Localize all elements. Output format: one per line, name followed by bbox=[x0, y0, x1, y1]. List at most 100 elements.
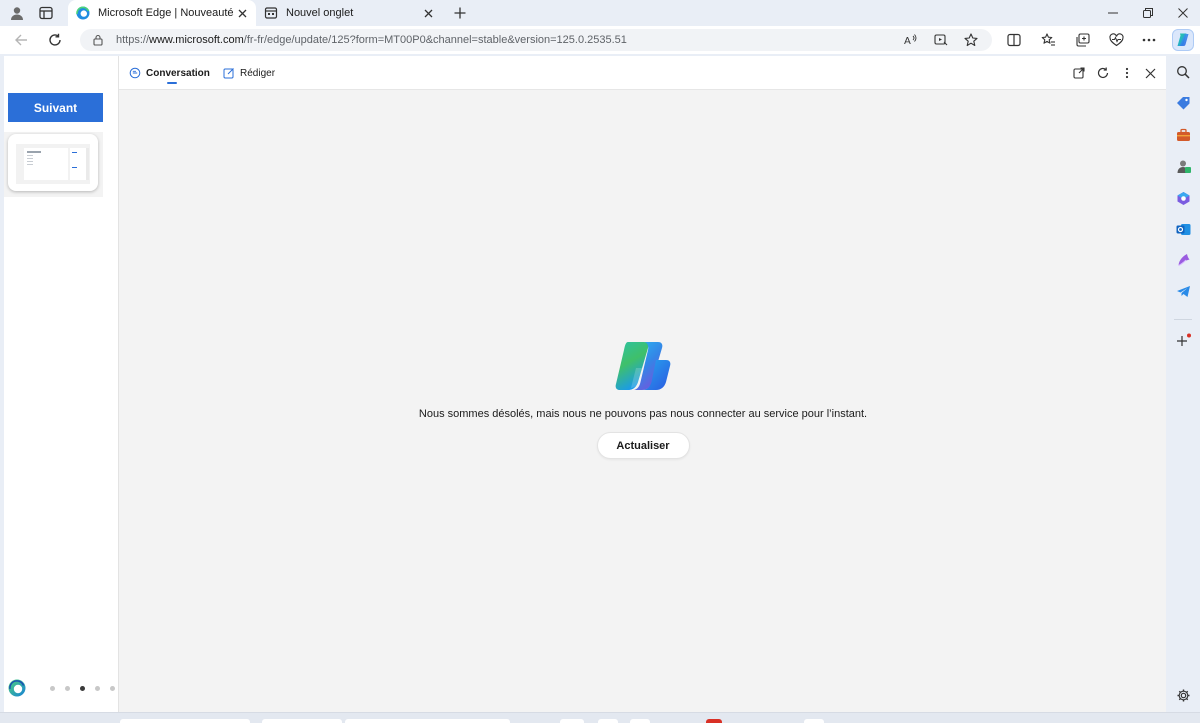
taskbar-item[interactable] bbox=[598, 719, 618, 723]
edge-icon bbox=[76, 6, 90, 20]
collections-button[interactable] bbox=[1073, 31, 1091, 49]
more-vertical-icon bbox=[1125, 67, 1129, 79]
carousel-dot[interactable] bbox=[50, 686, 55, 691]
screenshot-preview-image bbox=[16, 144, 90, 184]
microsoft365-icon[interactable] bbox=[1174, 189, 1192, 207]
carousel-dot-active[interactable] bbox=[80, 686, 85, 691]
favorite-star-icon[interactable] bbox=[964, 29, 978, 51]
url-path: /fr-fr/edge/update/125?form=MT00P0&chann… bbox=[243, 34, 627, 46]
os-taskbar bbox=[0, 712, 1200, 723]
page-content: Suivant bbox=[4, 56, 118, 712]
error-message: Nous sommes désolés, mais nous ne pouvon… bbox=[418, 408, 868, 420]
games-icon[interactable] bbox=[1174, 157, 1192, 175]
refresh-button[interactable] bbox=[46, 31, 64, 49]
taskbar-item[interactable] bbox=[262, 719, 342, 723]
address-bar[interactable]: https://www.microsoft.com/fr-fr/edge/upd… bbox=[80, 29, 992, 51]
more-options-button[interactable] bbox=[1119, 65, 1135, 81]
minimize-icon bbox=[1108, 12, 1118, 14]
carousel-dots bbox=[50, 686, 115, 691]
error-state: Nous sommes désolés, mais nous ne pouvon… bbox=[119, 338, 1167, 459]
tab-label: Conversation bbox=[146, 67, 210, 79]
taskbar-item[interactable] bbox=[706, 719, 722, 723]
browser-essentials-button[interactable] bbox=[1107, 31, 1125, 49]
settings-icon[interactable] bbox=[1174, 686, 1192, 704]
carousel-dot[interactable] bbox=[65, 686, 70, 691]
telegram-icon[interactable] bbox=[1174, 282, 1192, 300]
close-tab-icon[interactable] bbox=[234, 5, 250, 21]
taskbar-item[interactable] bbox=[120, 719, 250, 723]
immersive-reader-icon[interactable] bbox=[934, 29, 948, 51]
taskbar-search[interactable] bbox=[345, 719, 510, 723]
refresh-pane-button[interactable] bbox=[1095, 65, 1111, 81]
tools-icon[interactable] bbox=[1174, 126, 1192, 144]
outlook-icon[interactable] bbox=[1174, 220, 1192, 238]
tab-title: Nouvel onglet bbox=[286, 7, 354, 19]
restore-icon bbox=[1143, 8, 1153, 18]
browser-toolbar: https://www.microsoft.com/fr-fr/edge/upd… bbox=[0, 26, 1200, 54]
search-icon[interactable] bbox=[1174, 63, 1192, 81]
close-tab-icon[interactable] bbox=[420, 5, 436, 21]
tab-compose[interactable]: Rédiger bbox=[223, 56, 275, 90]
workspaces-icon[interactable] bbox=[37, 4, 55, 22]
close-icon bbox=[1145, 68, 1155, 78]
compose-icon bbox=[223, 67, 235, 79]
refresh-icon bbox=[49, 33, 61, 46]
svg-text:A: A bbox=[904, 36, 911, 47]
edge-sidebar bbox=[1166, 56, 1200, 712]
back-button[interactable] bbox=[12, 31, 30, 49]
open-in-new-tab-button[interactable] bbox=[1071, 65, 1087, 81]
url-text[interactable]: https://www.microsoft.com/fr-fr/edge/upd… bbox=[116, 34, 627, 46]
next-button[interactable]: Suivant bbox=[8, 93, 103, 122]
plus-icon bbox=[454, 7, 466, 19]
favorites-button[interactable] bbox=[1039, 31, 1057, 49]
copilot-logo-icon bbox=[615, 342, 671, 390]
profile-icon[interactable] bbox=[8, 4, 26, 22]
taskbar-item[interactable] bbox=[560, 719, 584, 723]
read-aloud-icon[interactable]: A bbox=[904, 29, 918, 51]
close-icon bbox=[1178, 8, 1188, 18]
tab-strip: Microsoft Edge | Nouveautés Nouvel ongle… bbox=[0, 0, 1200, 26]
more-horizontal-icon bbox=[1142, 38, 1156, 42]
taskbar-item[interactable] bbox=[630, 719, 650, 723]
carousel-dot[interactable] bbox=[95, 686, 100, 691]
copilot-icon bbox=[1177, 33, 1189, 47]
tab-microsoft-edge-nouveautes[interactable]: Microsoft Edge | Nouveautés bbox=[68, 0, 256, 26]
drop-icon[interactable] bbox=[1174, 251, 1192, 269]
tab-title: Microsoft Edge | Nouveautés bbox=[98, 7, 234, 19]
copilot-pane-header: Conversation Rédiger bbox=[119, 56, 1167, 90]
tab-label: Rédiger bbox=[240, 67, 276, 79]
back-arrow-icon bbox=[15, 34, 27, 46]
open-external-icon bbox=[1073, 67, 1085, 79]
edge-logo-icon bbox=[8, 679, 26, 697]
refresh-icon bbox=[1097, 67, 1109, 79]
carousel-dot[interactable] bbox=[110, 686, 115, 691]
new-tab-page-icon bbox=[264, 7, 278, 19]
favorites-icon bbox=[1041, 33, 1055, 46]
heart-pulse-icon bbox=[1108, 33, 1124, 47]
tab-conversation[interactable]: Conversation bbox=[129, 56, 210, 90]
split-screen-icon bbox=[1007, 33, 1021, 47]
lock-icon[interactable] bbox=[92, 33, 106, 47]
add-icon[interactable] bbox=[1174, 332, 1192, 350]
tab-nouvel-onglet[interactable]: Nouvel onglet bbox=[256, 0, 442, 26]
sidebar-divider bbox=[1174, 319, 1192, 320]
active-tab-indicator bbox=[167, 82, 177, 84]
chat-icon bbox=[129, 67, 141, 79]
close-window-button[interactable] bbox=[1174, 4, 1192, 22]
url-host: www.microsoft.com bbox=[149, 34, 244, 46]
slide-thumbnail[interactable] bbox=[8, 134, 98, 191]
url-scheme: https:// bbox=[116, 34, 150, 46]
settings-more-button[interactable] bbox=[1140, 31, 1158, 49]
restore-button[interactable] bbox=[1139, 4, 1157, 22]
collections-icon bbox=[1075, 33, 1090, 47]
split-screen-button[interactable] bbox=[1005, 31, 1023, 49]
minimize-button[interactable] bbox=[1104, 4, 1122, 22]
copilot-button[interactable] bbox=[1172, 29, 1194, 51]
close-pane-button[interactable] bbox=[1142, 65, 1158, 81]
shopping-tag-icon[interactable] bbox=[1174, 94, 1192, 112]
slide-thumbnail-container bbox=[4, 132, 103, 197]
taskbar-item[interactable] bbox=[804, 719, 824, 723]
copilot-pane: Conversation Rédiger Nous sommes désolés… bbox=[118, 56, 1167, 712]
new-tab-button[interactable] bbox=[451, 4, 469, 22]
actualiser-button[interactable]: Actualiser bbox=[596, 432, 690, 459]
